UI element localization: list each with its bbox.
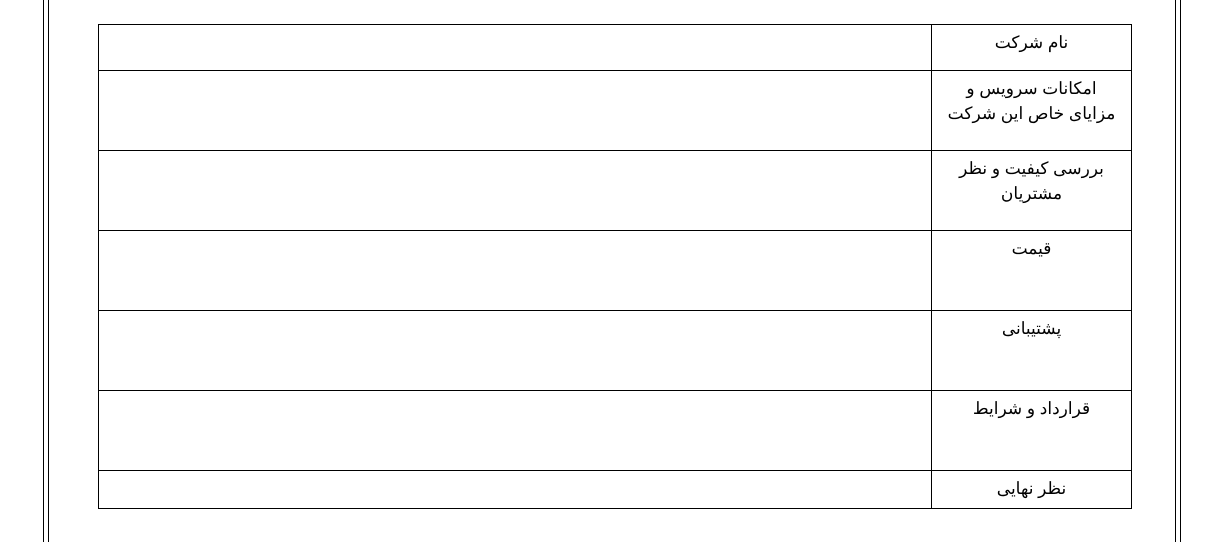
- table-row: قرارداد و شرایط: [99, 391, 1132, 471]
- row-label: قیمت: [932, 231, 1132, 311]
- row-label: امکانات سرویس و مزایای خاص این شرکت: [932, 71, 1132, 151]
- table-row: نام شرکت: [99, 25, 1132, 71]
- row-value: [99, 151, 932, 231]
- row-label: قرارداد و شرایط: [932, 391, 1132, 471]
- row-label: نظر نهایی: [932, 471, 1132, 509]
- row-value: [99, 231, 932, 311]
- page-wrapper: نام شرکت امکانات سرویس و مزایای خاص این …: [0, 0, 1224, 542]
- row-value: [99, 25, 932, 71]
- row-value: [99, 71, 932, 151]
- row-value: [99, 311, 932, 391]
- table-row: قیمت: [99, 231, 1132, 311]
- table-row: امکانات سرویس و مزایای خاص این شرکت: [99, 71, 1132, 151]
- row-label: بررسی کیفیت و نظر مشتریان: [932, 151, 1132, 231]
- row-value: [99, 391, 932, 471]
- page-border-right-outer: [1180, 0, 1181, 542]
- table-row: پشتیبانی: [99, 311, 1132, 391]
- page-border-left-inner: [48, 0, 49, 542]
- page-border-right-inner: [1175, 0, 1176, 542]
- row-label: نام شرکت: [932, 25, 1132, 71]
- company-evaluation-table: نام شرکت امکانات سرویس و مزایای خاص این …: [98, 24, 1132, 509]
- row-label: پشتیبانی: [932, 311, 1132, 391]
- page-border-left-outer: [43, 0, 44, 542]
- table-row: بررسی کیفیت و نظر مشتریان: [99, 151, 1132, 231]
- table-row: نظر نهایی: [99, 471, 1132, 509]
- row-value: [99, 471, 932, 509]
